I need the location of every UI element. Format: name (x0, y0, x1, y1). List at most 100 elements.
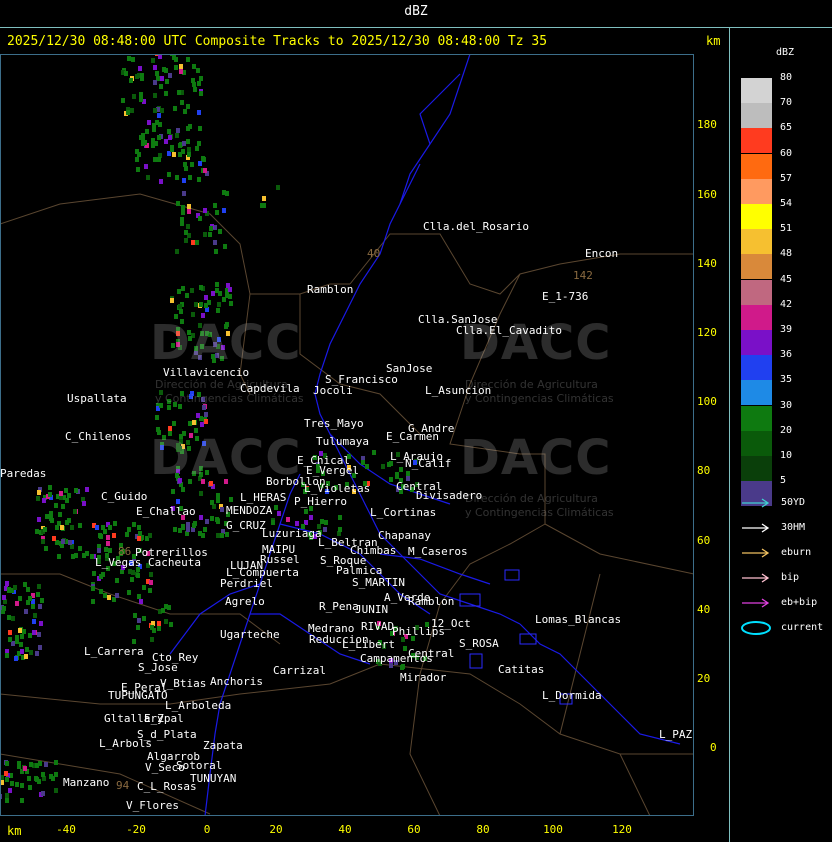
place-label: Encon (585, 247, 619, 260)
place-label: Uspallata (67, 392, 127, 405)
place-label: TUPUNGATO (108, 689, 168, 702)
place-label: V_Seco (145, 761, 185, 774)
place-label: Russel (260, 553, 300, 566)
place-label: Clla.El_Cavadito (456, 324, 562, 337)
watermark-brand-1: DACC (150, 315, 302, 371)
place-label: C_Chilenos (65, 430, 132, 443)
track-arrow-icon (742, 573, 770, 583)
y-tick: 60 (697, 534, 711, 547)
legend-title: dBZ (775, 47, 795, 58)
x-tick: 20 (269, 823, 283, 836)
place-label: R_Pena (319, 600, 359, 613)
legend-value: 45 (780, 273, 793, 285)
x-tick: -20 (126, 823, 146, 836)
y-tick: 100 (697, 395, 717, 408)
place-label: Carrizal (273, 664, 326, 677)
x-tick: 60 (407, 823, 421, 836)
legend-color-swatch (741, 128, 772, 154)
place-label: N_Calif (405, 457, 452, 470)
place-label: RIVAD (361, 620, 395, 633)
legend-color-swatch (741, 103, 772, 129)
legend-color-swatch (741, 304, 772, 330)
track-label: bip (781, 572, 800, 583)
place-label: Luzuriaga (262, 527, 322, 540)
legend-value: 10 (780, 450, 793, 461)
place-label: Mirador (400, 671, 447, 684)
legend-color-swatch (741, 204, 772, 229)
place-label: G_CRUZ (226, 519, 266, 532)
legend-value: 70 (780, 97, 793, 109)
legend-value: 20 (780, 424, 793, 436)
place-label: V_Btias (160, 677, 207, 690)
x-tick: 40 (338, 823, 352, 836)
track-label: eb+bip (781, 597, 818, 608)
track-arrow-icon (742, 598, 770, 608)
legend-value: 54 (780, 198, 793, 209)
route-number: 86 (118, 545, 132, 558)
x-tick: 0 (203, 823, 211, 836)
place-label: L_Violetas (304, 482, 371, 495)
place-label: Zapata (203, 739, 243, 752)
y-tick: 140 (697, 257, 717, 270)
y-tick: 120 (697, 326, 717, 339)
legend-value: 5 (780, 475, 787, 487)
place-label: Catitas (498, 663, 545, 676)
place-label: L_Arboleda (165, 699, 232, 712)
place-label: Divisadero (416, 489, 483, 502)
place-label: L_Dormida (542, 689, 602, 702)
y-tick: 180 (697, 118, 717, 131)
place-label: L_Carrera (84, 645, 144, 658)
legend-value: 57 (780, 172, 793, 184)
place-label: L_Cortinas (370, 506, 437, 519)
place-label: E_Challao (136, 505, 196, 518)
place-label: S_MARTIN (352, 576, 405, 589)
place-label: Jocoli (313, 384, 353, 397)
place-label: Palmica (336, 564, 383, 577)
place-label: L_PAZ (659, 728, 693, 741)
place-label: E_1-736 (542, 290, 589, 303)
place-label: L_Libert (342, 638, 395, 651)
legend-color-swatch (741, 380, 772, 406)
place-label: Tres_Mayo (304, 417, 364, 430)
place-label: SanJose (386, 362, 433, 375)
current-ellipse-icon (741, 621, 771, 635)
place-label: Anchoris (210, 675, 263, 688)
place-label: Central (408, 647, 455, 660)
place-label: MENDOZA (226, 504, 273, 517)
place-label: Ugarteche (220, 628, 280, 641)
place-label: Cacheuta (148, 556, 201, 569)
place-label: L_Arbols (99, 737, 152, 750)
place-label: Chapanay (378, 529, 431, 542)
legend-value: 35 (780, 374, 793, 386)
legend-color-swatch (741, 355, 772, 381)
place-label: V_Flores (126, 799, 179, 812)
place-label: Clla.del_Rosario (423, 220, 529, 233)
legend-color-swatch (741, 279, 772, 305)
title-separator (0, 27, 832, 28)
route-number: 94 (116, 779, 130, 792)
place-label: Perdriel (220, 577, 273, 590)
legend-value: 48 (780, 248, 793, 260)
place-label: L_Asuncion (425, 384, 492, 397)
legend-color-swatch (741, 78, 772, 103)
x-tick: -40 (56, 823, 76, 836)
place-label: S_ROSA (459, 637, 499, 650)
place-label: JUNIN (355, 603, 389, 616)
place-label: Paredas (0, 467, 47, 480)
place-label: L_Vegas (95, 556, 142, 569)
place-label: Capdevila (240, 382, 300, 395)
legend-color-swatch (741, 229, 772, 255)
legend-value: 60 (780, 147, 793, 159)
place-label: Ramblon (408, 595, 455, 608)
composite-timestamp-line: 2025/12/30 08:48:00 UTC Composite Tracks… (7, 34, 548, 49)
place-label: Lomas_Blancas (535, 613, 622, 626)
place-label: L_HERAS (240, 491, 287, 504)
legend-separator (729, 28, 730, 842)
legend-color-swatch (741, 456, 772, 481)
legend-value: 80 (780, 72, 793, 83)
legend-color-swatch (741, 153, 772, 179)
track-label: 30HM (781, 522, 806, 533)
route-number: 142 (573, 269, 593, 282)
x-tick: 100 (543, 823, 563, 836)
legend-value: 65 (780, 122, 793, 134)
